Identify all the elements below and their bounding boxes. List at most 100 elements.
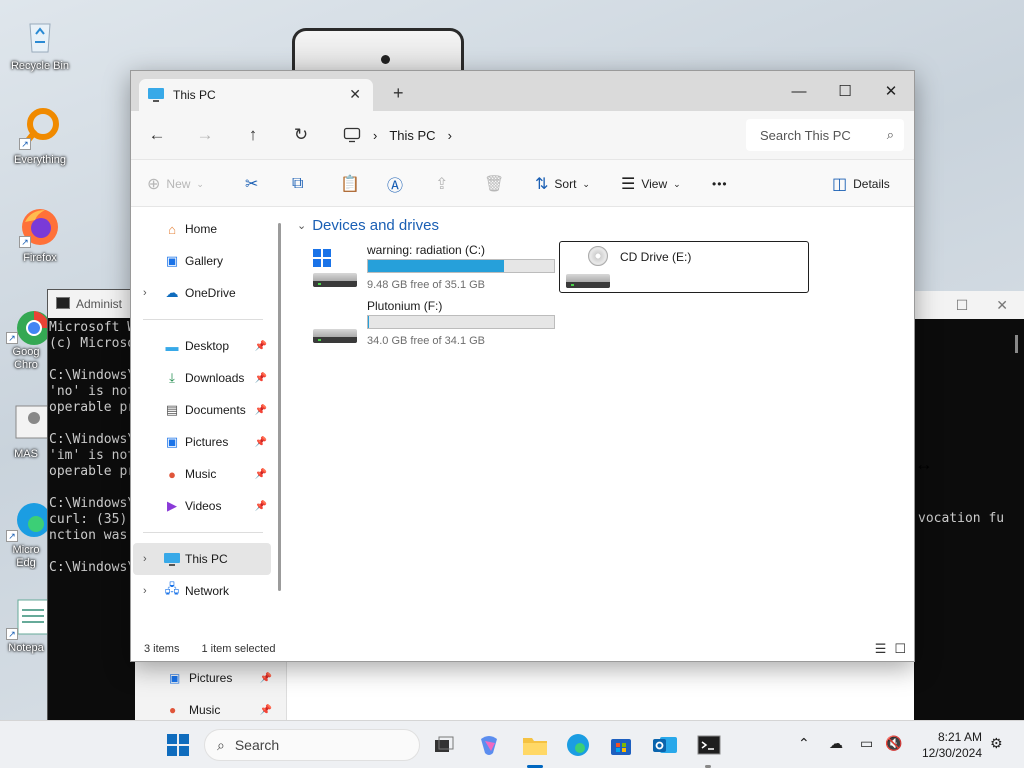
drive-free-space: 9.48 GB free of 35.1 GB xyxy=(367,279,486,291)
divider xyxy=(143,319,263,320)
cmd-scrollbar[interactable] xyxy=(1015,335,1018,353)
details-button[interactable]: ◫ Details xyxy=(832,172,890,196)
minimize-icon[interactable]: — xyxy=(776,77,822,105)
delete-button[interactable]: 🗑 xyxy=(484,172,504,196)
close-icon[interactable]: ✕ xyxy=(868,77,914,105)
new-tab-button[interactable]: + xyxy=(393,84,404,102)
chevron-down-icon: ⌄ xyxy=(673,178,681,189)
pin-icon: 📌 xyxy=(254,340,267,352)
pictures-icon: ▣ xyxy=(165,434,179,449)
taskbar-search[interactable]: ⌕ Search xyxy=(204,729,420,761)
sidebar-item-network[interactable]: › 🖧 Network xyxy=(131,575,287,607)
sidebar-item-pictures[interactable]: ▣ Pictures 📌 xyxy=(135,662,286,694)
monitor-icon xyxy=(148,88,164,102)
chevron-right-icon[interactable]: › xyxy=(143,585,147,597)
file-list[interactable]: ⌄ Devices and drives warning: radiation … xyxy=(287,207,914,637)
sort-button[interactable]: ⇅ Sort ⌄ xyxy=(535,172,590,196)
onedrive-offline-icon[interactable]: ☁ xyxy=(829,735,843,752)
sidebar-item-music[interactable]: ● Music 📌 xyxy=(131,458,287,490)
desktop-icon-mas[interactable]: MAS xyxy=(4,402,48,461)
forward-arrow-icon[interactable]: → xyxy=(181,115,229,155)
drive-e[interactable]: CD Drive (E:) xyxy=(559,241,809,293)
view-button[interactable]: ☰ View ⌄ xyxy=(621,172,681,196)
details-view-icon[interactable]: ☰ xyxy=(875,641,887,657)
new-button[interactable]: ⊕ New ⌄ xyxy=(147,172,204,196)
status-bar: 3 items 1 item selected ☰ ☐ xyxy=(131,637,914,661)
more-options-button[interactable]: ••• xyxy=(712,172,728,196)
sidebar-scrollbar[interactable] xyxy=(278,223,281,591)
drive-f[interactable]: Plutonium (F:) 34.0 GB free of 34.1 GB xyxy=(307,297,557,349)
copilot-button[interactable] xyxy=(475,731,503,759)
terminal-taskbar-button[interactable] xyxy=(695,731,723,759)
desktop-icon-edge[interactable]: ↗ Micro Edg xyxy=(4,498,48,570)
notepad-icon: ↗ xyxy=(4,596,48,642)
paste-button[interactable]: 📋 xyxy=(340,172,360,196)
desktop-folder-icon: ▬ xyxy=(165,338,179,354)
group-header-devices[interactable]: ⌄ Devices and drives xyxy=(297,217,439,234)
sidebar-item-gallery[interactable]: ▣ Gallery xyxy=(131,245,287,277)
desktop-icon-everything[interactable]: ↗ Everything xyxy=(4,106,76,167)
address-bar[interactable]: › This PC › xyxy=(335,119,731,151)
system-clock[interactable]: 8:21 AM 12/30/2024 xyxy=(912,729,982,761)
notification-settings-icon[interactable]: ⚙ xyxy=(990,735,1003,752)
home-icon: ⌂ xyxy=(168,221,176,237)
desktop-icon-notepad[interactable]: ↗ Notepa xyxy=(4,596,48,655)
sidebar-item-videos[interactable]: ▶ Videos 📌 xyxy=(131,490,287,522)
cmd-titlebar[interactable]: Administ xyxy=(48,290,136,318)
close-tab-icon[interactable]: ✕ xyxy=(349,86,361,103)
sidebar-item-onedrive[interactable]: › ☁ OneDrive xyxy=(131,277,287,309)
sidebar-item-downloads[interactable]: ⤓ Downloads 📌 xyxy=(131,362,287,394)
refresh-icon[interactable]: ↻ xyxy=(277,115,325,155)
sidebar-item-home[interactable]: ⌂ Home xyxy=(131,213,287,245)
taskbar-search-label: Search xyxy=(234,737,280,753)
download-icon: ⤓ xyxy=(169,370,175,385)
start-button[interactable] xyxy=(164,731,192,759)
outlook-taskbar-button[interactable] xyxy=(651,731,679,759)
chevron-right-icon[interactable]: › xyxy=(143,287,147,299)
desktop-icon-chrome[interactable]: ↗ Goog Chro xyxy=(4,300,48,372)
cmd-window-right-part[interactable]: ☐ ✕ vocation fu xyxy=(914,291,1024,721)
copy-icon: ⧉ xyxy=(292,175,304,192)
volume-muted-icon[interactable]: 🔇 xyxy=(885,735,902,752)
drive-usage-bar xyxy=(367,315,555,329)
chevron-down-icon: ⌄ xyxy=(196,178,204,189)
sidebar-item-pictures[interactable]: ▣ Pictures 📌 xyxy=(131,426,287,458)
details-pane-icon: ◫ xyxy=(832,176,848,193)
maximize-icon[interactable]: ☐ xyxy=(956,297,969,314)
share-button[interactable]: ⇪ xyxy=(435,172,448,196)
display-icon[interactable]: ▭ xyxy=(860,735,873,752)
file-explorer-taskbar-button[interactable] xyxy=(521,731,549,759)
maximize-icon[interactable]: ☐ xyxy=(822,77,868,105)
search-input[interactable]: Search This PC ⌕ xyxy=(746,119,904,151)
desktop-icon-firefox[interactable]: ↗ Firefox xyxy=(4,204,76,265)
show-hidden-icons-chevron-icon[interactable]: ⌃ xyxy=(798,735,810,752)
drive-c[interactable]: warning: radiation (C:) 9.48 GB free of … xyxy=(307,241,557,293)
task-view-button[interactable] xyxy=(430,731,458,759)
chevron-right-icon[interactable]: › xyxy=(373,128,377,143)
copy-button[interactable]: ⧉ xyxy=(292,172,303,196)
tab-this-pc[interactable]: This PC ✕ xyxy=(139,79,373,111)
up-arrow-icon[interactable]: ↑ xyxy=(229,115,277,155)
outlook-icon xyxy=(653,737,677,753)
cut-button[interactable]: ✂ xyxy=(245,172,258,196)
chevron-right-icon[interactable]: › xyxy=(448,128,452,143)
sidebar-item-label: Music xyxy=(189,703,221,717)
back-arrow-icon[interactable]: ← xyxy=(133,115,181,155)
close-icon[interactable]: ✕ xyxy=(996,297,1008,314)
cmd-window[interactable]: Administ Microsoft W (c) Microso C:\Wind… xyxy=(47,289,137,721)
system-drive-icon xyxy=(313,249,357,287)
video-icon: ▶ xyxy=(167,498,177,513)
sidebar-item-documents[interactable]: ▤ Documents 📌 xyxy=(131,394,287,426)
sidebar-item-this-pc[interactable]: › This PC xyxy=(133,543,271,575)
large-icons-view-icon[interactable]: ☐ xyxy=(894,641,906,657)
edge-taskbar-button[interactable] xyxy=(564,731,592,759)
chevron-right-icon[interactable]: › xyxy=(143,553,147,565)
sidebar-item-desktop[interactable]: ▬ Desktop 📌 xyxy=(131,330,287,362)
sidebar-item-label: Gallery xyxy=(185,254,224,268)
file-explorer-window[interactable]: This PC ✕ + — ☐ ✕ ← → ↑ ↻ › This PC › Se… xyxy=(130,70,915,662)
navigation-pane[interactable]: ⌂ Home ▣ Gallery › ☁ OneDrive ▬ Desktop … xyxy=(131,207,287,637)
rename-button[interactable]: Ⓐ xyxy=(387,172,403,196)
store-taskbar-button[interactable] xyxy=(607,731,635,759)
desktop-icon-recycle-bin[interactable]: Recycle Bin xyxy=(4,12,76,73)
breadcrumb-this-pc[interactable]: This PC xyxy=(389,128,435,143)
